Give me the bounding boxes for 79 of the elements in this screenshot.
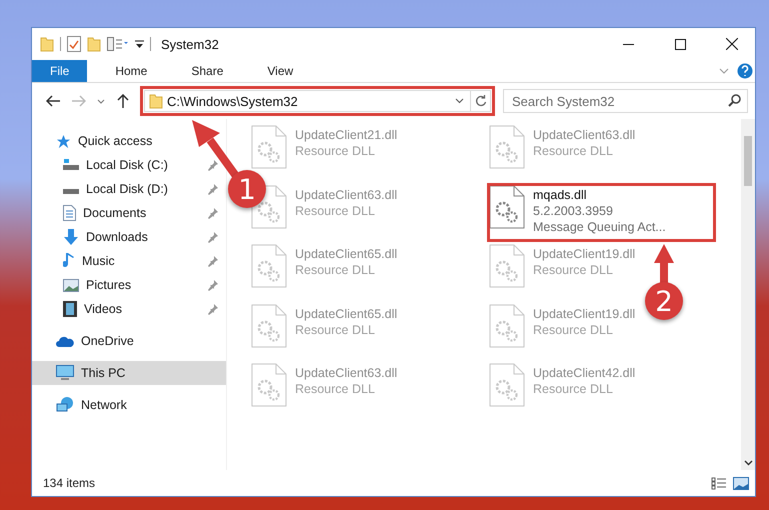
nav-item[interactable]: Documents <box>32 201 226 225</box>
pin-icon[interactable] <box>208 304 218 314</box>
item-count: 134 items <box>43 476 96 490</box>
nav-item[interactable]: Pictures <box>32 273 226 297</box>
nav-item[interactable]: Videos <box>32 297 226 321</box>
pin-icon[interactable] <box>208 184 218 194</box>
nav-item[interactable]: This PC <box>32 361 226 385</box>
file-detail: Message Queuing Act... <box>533 218 666 234</box>
file-detail: Resource DLL <box>533 262 614 278</box>
gear-file-icon <box>251 125 287 169</box>
pin-icon[interactable] <box>208 256 218 266</box>
file-name[interactable]: mqads.dll <box>533 186 666 202</box>
music-note-icon <box>63 253 75 269</box>
scrollbar[interactable] <box>741 119 755 470</box>
nav-item[interactable]: Quick access <box>32 129 226 153</box>
pin-icon[interactable] <box>208 232 218 242</box>
gear-file-icon <box>489 125 525 169</box>
chevron-down-icon <box>97 98 106 104</box>
gear-file-icon <box>251 244 287 288</box>
monitor-icon <box>56 365 74 381</box>
folder-icon <box>149 93 163 109</box>
file-detail: Resource DLL <box>295 322 376 338</box>
file-detail: Resource DLL <box>295 262 376 278</box>
document-icon <box>63 205 76 221</box>
pin-icon[interactable] <box>208 280 218 290</box>
pin-icon[interactable] <box>208 160 218 170</box>
ribbon-tab[interactable]: File <box>32 60 88 82</box>
star-icon <box>56 134 71 148</box>
close-icon <box>726 38 738 50</box>
address-field[interactable]: C:\Windows\System32 <box>144 90 491 112</box>
folder-icon <box>40 36 54 52</box>
gear-file-icon <box>251 363 287 407</box>
nav-item[interactable]: Network <box>32 393 226 417</box>
picture-icon[interactable] <box>733 476 749 490</box>
file-detail: 5.2.2003.3959 <box>533 202 614 218</box>
dropdown-icon[interactable] <box>135 40 144 48</box>
file-detail: Resource DLL <box>295 143 376 159</box>
left-arrow-icon <box>46 95 60 107</box>
maximize-icon <box>674 38 686 50</box>
nav-item[interactable]: Local Disk (C:) <box>32 153 226 177</box>
down-arrow-icon <box>63 229 79 245</box>
chevron-down-icon[interactable] <box>744 460 752 466</box>
file-detail: Resource DLL <box>533 322 614 338</box>
nav-item[interactable]: Local Disk (D:) <box>32 177 226 201</box>
file-detail: Resource DLL <box>295 381 376 397</box>
right-arrow-icon <box>72 95 86 107</box>
search-icon[interactable] <box>728 94 741 107</box>
new-folder-icon <box>87 36 101 52</box>
chevron-down-icon[interactable] <box>455 98 464 104</box>
scrollbar-thumb[interactable] <box>744 136 752 186</box>
gear-file-icon <box>489 184 525 228</box>
gear-file-icon <box>489 304 525 348</box>
gear-file-icon <box>489 244 525 288</box>
refresh-icon <box>474 95 486 107</box>
arrow <box>654 244 674 283</box>
nav-item[interactable]: Music <box>32 249 226 273</box>
gear-file-icon <box>489 363 525 407</box>
checklist-icon[interactable] <box>67 36 81 52</box>
file-detail: Resource DLL <box>295 202 376 218</box>
nav-item[interactable]: Downloads <box>32 225 226 249</box>
picture-icon <box>63 278 79 292</box>
file-detail: Resource DLL <box>533 381 614 397</box>
drive-icon <box>63 159 79 171</box>
ribbon-tab[interactable]: View <box>253 60 308 82</box>
film-icon <box>63 301 77 317</box>
ribbon-tab[interactable]: Home <box>101 60 162 82</box>
gear-file-icon <box>251 304 287 348</box>
pin-icon[interactable] <box>208 208 218 218</box>
cloud-icon <box>56 335 74 347</box>
file-detail: Resource DLL <box>533 143 614 159</box>
search-field[interactable]: Search System32 <box>503 89 748 113</box>
network-icon <box>56 397 74 413</box>
view-options-icon[interactable] <box>107 37 129 51</box>
arrow <box>192 120 240 178</box>
details-view-icon[interactable] <box>711 476 727 490</box>
nav-item[interactable]: OneDrive <box>32 329 226 353</box>
window-title: System32 <box>161 36 219 52</box>
up-arrow-icon <box>116 94 129 108</box>
ribbon-tab[interactable]: Share <box>177 60 238 82</box>
